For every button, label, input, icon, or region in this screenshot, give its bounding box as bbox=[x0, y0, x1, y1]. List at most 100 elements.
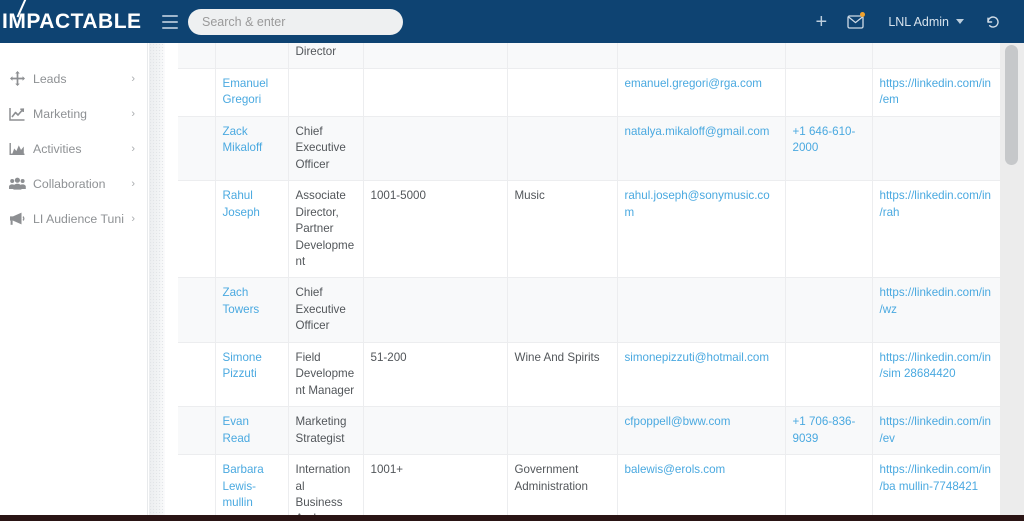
brand-logo-text: IMPACTABLE bbox=[2, 9, 142, 33]
cell-link[interactable]: Barbara Lewis-mullin bbox=[223, 463, 264, 509]
cell-name[interactable] bbox=[215, 43, 289, 69]
table-row[interactable]: Simone Pizzuti Field Development Manager 5… bbox=[178, 342, 1024, 408]
cell-link[interactable]: balewis@erols.com bbox=[625, 463, 726, 476]
cell-email[interactable] bbox=[617, 43, 786, 69]
cell-row-select bbox=[178, 277, 216, 343]
panel-resize-gutter[interactable] bbox=[149, 43, 165, 521]
cell-row-select bbox=[178, 43, 216, 69]
add-button[interactable]: + bbox=[804, 0, 838, 43]
cell-linkedin[interactable] bbox=[872, 116, 1001, 182]
cell-email[interactable] bbox=[617, 277, 786, 343]
sidebar: Leads › Marketing › Activities › Collabo… bbox=[0, 43, 148, 521]
sidebar-item-leads[interactable]: Leads › bbox=[0, 61, 147, 96]
cell-email[interactable]: simonepizzuti@hotmail.com bbox=[617, 342, 786, 408]
cell-link[interactable]: Emanuel Gregori bbox=[223, 77, 269, 106]
table-row[interactable]: Zach Towers Chief Executive Officer https:… bbox=[178, 277, 1024, 343]
brand-logo[interactable]: IMPACTABLE bbox=[0, 0, 148, 43]
hamburger-bar bbox=[162, 14, 178, 17]
cell-title bbox=[288, 68, 364, 117]
cell-phone[interactable] bbox=[785, 342, 873, 408]
user-menu-label: LNL Admin bbox=[888, 14, 949, 29]
cell-link[interactable]: https://linkedin.com/in/wz bbox=[880, 286, 991, 315]
cell-size bbox=[363, 406, 508, 456]
cell-email[interactable]: cfpoppell@bww.com bbox=[617, 406, 786, 456]
cell-name[interactable]: Barbara Lewis-mullin bbox=[215, 454, 289, 521]
cell-link[interactable]: simonepizzuti@hotmail.com bbox=[625, 351, 770, 364]
cell-linkedin[interactable]: https://linkedin.com/in/wz bbox=[872, 277, 1001, 343]
cell-link[interactable]: https://linkedin.com/in/em bbox=[880, 77, 991, 106]
table-row[interactable]: Evan Read Marketing Strategist cfpoppell@b… bbox=[178, 406, 1024, 456]
search-input[interactable] bbox=[188, 8, 403, 35]
leads-table: Marketing DirectorAdvertisingEmanuel Gre… bbox=[178, 43, 1024, 521]
table-row[interactable]: Rahul Joseph Associate Director, Partner … bbox=[178, 180, 1024, 279]
cell-linkedin[interactable]: https://linkedin.com/in/ev bbox=[872, 406, 1001, 456]
table-row[interactable]: Marketing Director Advertising bbox=[178, 43, 1024, 69]
cell-name[interactable]: Zack Mikaloff bbox=[215, 116, 289, 182]
cell-phone[interactable] bbox=[785, 277, 873, 343]
sidebar-item-label: Marketing bbox=[33, 106, 87, 121]
messages-button[interactable] bbox=[838, 0, 872, 43]
cell-email[interactable]: rahul.joseph@sonymusic.com bbox=[617, 180, 786, 279]
cell-link[interactable]: Zach Towers bbox=[223, 286, 260, 315]
cell-size bbox=[363, 116, 508, 182]
cell-phone[interactable]: +1 646-610-2000 bbox=[785, 116, 873, 182]
cell-link[interactable]: Simone Pizzuti bbox=[223, 351, 262, 380]
cell-row-select bbox=[178, 406, 216, 456]
cell-linkedin[interactable]: https://linkedin.com/in/rah bbox=[872, 180, 1001, 279]
table-row[interactable]: Barbara Lewis-mullin International Busine… bbox=[178, 454, 1024, 521]
cell-link[interactable]: https://linkedin.com/in/sim 28684420 bbox=[880, 351, 991, 380]
cell-title: International Business And Development A… bbox=[288, 454, 364, 521]
cell-link[interactable]: Evan Read bbox=[223, 415, 251, 444]
sidebar-item-label: Collaboration bbox=[33, 176, 106, 191]
cell-email[interactable]: natalya.mikaloff@gmail.com bbox=[617, 116, 786, 182]
hamburger-icon[interactable] bbox=[162, 14, 178, 29]
sidebar-item-marketing[interactable]: Marketing › bbox=[0, 96, 147, 131]
chevron-right-icon: › bbox=[131, 212, 135, 225]
cell-link[interactable]: natalya.mikaloff@gmail.com bbox=[625, 125, 770, 138]
sidebar-item-label: Activities bbox=[33, 141, 82, 156]
cell-industry bbox=[507, 116, 618, 182]
cell-email[interactable]: balewis@erols.com bbox=[617, 454, 786, 521]
sidebar-item-li-audience-tuning[interactable]: LI Audience Tuning › bbox=[0, 201, 147, 236]
vertical-scrollbar[interactable] bbox=[1000, 43, 1024, 521]
cell-name[interactable]: Rahul Joseph bbox=[215, 180, 289, 279]
cell-name[interactable]: Evan Read bbox=[215, 406, 289, 456]
cell-link[interactable]: +1 646-610-2000 bbox=[793, 125, 856, 154]
cell-link[interactable]: https://linkedin.com/in/ev bbox=[880, 415, 991, 444]
cell-linkedin[interactable] bbox=[872, 43, 1001, 69]
cell-link[interactable]: rahul.joseph@sonymusic.com bbox=[625, 189, 770, 218]
cell-linkedin[interactable]: https://linkedin.com/in/sim 28684420 bbox=[872, 342, 1001, 408]
cell-linkedin[interactable]: https://linkedin.com/in/em bbox=[872, 68, 1001, 117]
cell-title: Marketing Strategist bbox=[288, 406, 364, 456]
history-icon bbox=[987, 15, 999, 28]
cell-link[interactable]: Rahul Joseph bbox=[223, 189, 260, 218]
cell-email[interactable]: emanuel.gregori@rga.com bbox=[617, 68, 786, 117]
sidebar-item-activities[interactable]: Activities › bbox=[0, 131, 147, 166]
cell-phone[interactable] bbox=[785, 454, 873, 521]
cell-phone[interactable] bbox=[785, 68, 873, 117]
vertical-scrollbar-thumb[interactable] bbox=[1005, 45, 1018, 165]
cell-link[interactable]: cfpoppell@bww.com bbox=[625, 415, 731, 428]
history-button[interactable] bbox=[976, 0, 1010, 43]
cell-link[interactable]: emanuel.gregori@rga.com bbox=[625, 77, 762, 90]
cell-industry: Wine And Spirits bbox=[507, 342, 618, 408]
cell-row-select bbox=[178, 68, 216, 117]
cell-link[interactable]: https://linkedin.com/in/ba mullin-774842… bbox=[880, 463, 991, 492]
cell-linkedin[interactable]: https://linkedin.com/in/ba mullin-774842… bbox=[872, 454, 1001, 521]
leads-table-scroll-area[interactable]: Marketing DirectorAdvertisingEmanuel Gre… bbox=[165, 43, 1024, 521]
table-row[interactable]: Zack Mikaloff Chief Executive Officer nata… bbox=[178, 116, 1024, 182]
cell-link[interactable]: +1 706-836-9039 bbox=[793, 415, 856, 444]
cell-link[interactable]: Zack Mikaloff bbox=[223, 125, 263, 154]
sidebar-item-collaboration[interactable]: Collaboration › bbox=[0, 166, 147, 201]
table-row[interactable]: Emanuel Gregori emanuel.gregori@rga.com ht… bbox=[178, 68, 1024, 117]
cell-phone[interactable]: +1 706-836-9039 bbox=[785, 406, 873, 456]
cell-link[interactable]: https://linkedin.com/in/rah bbox=[880, 189, 991, 218]
cell-phone[interactable] bbox=[785, 180, 873, 279]
cell-name[interactable]: Simone Pizzuti bbox=[215, 342, 289, 408]
user-menu[interactable]: LNL Admin bbox=[872, 15, 976, 29]
app-root: IMPACTABLE + LNL Admin bbox=[0, 0, 1024, 521]
cell-phone[interactable] bbox=[785, 43, 873, 69]
cell-name[interactable]: Emanuel Gregori bbox=[215, 68, 289, 117]
cell-name[interactable]: Zach Towers bbox=[215, 277, 289, 343]
cell-size: 1001+ bbox=[363, 454, 508, 521]
